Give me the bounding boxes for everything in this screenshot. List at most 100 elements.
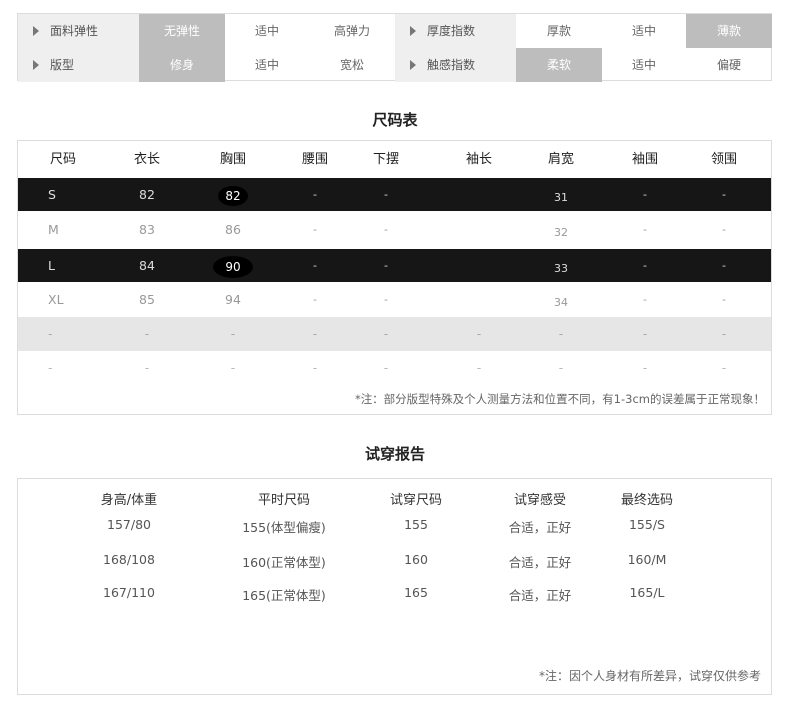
fitting-report-note: *注：因个人身材有所差异，试穿仅供参考 bbox=[538, 669, 761, 683]
attribute-option: 偏硬 bbox=[716, 58, 741, 72]
size-chart-cell: - bbox=[643, 188, 647, 201]
size-chart-cell: - bbox=[476, 326, 482, 341]
size-chart-cell: 82 bbox=[139, 187, 155, 202]
size-chart-cell: 33 bbox=[554, 262, 568, 275]
attribute-option: 适中 bbox=[254, 58, 279, 72]
size-chart-cell: - bbox=[643, 259, 647, 272]
size-chart-cell: - bbox=[383, 360, 389, 375]
attribute-label: 版型 bbox=[18, 48, 139, 82]
attribute-option: 厚款 bbox=[546, 24, 571, 38]
size-chart-cell: - bbox=[230, 360, 236, 375]
fitting-report-header-cell: 身高/体重 bbox=[100, 493, 158, 508]
highlight-oval: 90 bbox=[213, 255, 253, 278]
size-chart-row: L 84 90- -33- - bbox=[18, 249, 771, 282]
size-chart-row: --------- bbox=[18, 351, 771, 385]
fitting-report-cell: 160/M bbox=[627, 552, 667, 567]
size-chart-cell: 34 bbox=[554, 296, 568, 309]
size-chart-cell: - bbox=[643, 293, 647, 306]
size-chart-header-cell: 肩宽 bbox=[547, 152, 574, 167]
size-chart-cell: 84 bbox=[139, 258, 155, 273]
fitting-report-cell: 165/L bbox=[629, 585, 665, 600]
fitting-report-table: 身高/体重 平时尺码 试穿尺码 试穿感受 最终选码 157/80 155(体型偏瘦) 155 合… bbox=[17, 478, 772, 695]
size-chart-header-cell: 领围 bbox=[710, 152, 737, 167]
attribute-option: 适中 bbox=[631, 24, 656, 38]
size-chart-cell: - bbox=[384, 223, 388, 236]
attribute-option: 高弹力 bbox=[333, 24, 370, 38]
size-chart-cell: - bbox=[144, 360, 150, 375]
fitting-report-header-cell: 平时尺码 bbox=[257, 493, 310, 508]
size-chart-cell: - bbox=[721, 326, 727, 341]
size-chart-header-cell: 胸围 bbox=[219, 152, 246, 167]
size-chart-cell: 90 bbox=[188, 249, 278, 282]
size-chart-note: *注：部分版型特殊及个人测量方法和位置不同，有1-3cm的误差属于正常现象！ bbox=[354, 392, 765, 406]
size-chart-cell: 86 bbox=[225, 222, 241, 237]
attribute-option-selected: 修身 bbox=[139, 48, 225, 82]
size-chart-cell: - bbox=[722, 293, 726, 306]
size-chart-cell: - bbox=[384, 293, 388, 306]
size-chart-table: 尺码 衣长 胸围 腰围 下摆 袖长 肩宽 袖围 领围 S 82 82- -31- - M 83 86- -32- -… bbox=[17, 140, 772, 415]
fitting-report-cell: 155 bbox=[404, 517, 428, 532]
size-chart-cell: - bbox=[384, 259, 388, 272]
attribute-label: 面料弹性 bbox=[18, 14, 139, 48]
size-chart-cell: - bbox=[558, 360, 564, 375]
triangle-right-icon bbox=[33, 60, 39, 70]
size-chart-cell: 83 bbox=[139, 222, 155, 237]
fitting-report-header-cell: 试穿尺码 bbox=[389, 493, 442, 508]
size-chart-header-cell: 下摆 bbox=[372, 152, 399, 167]
fitting-report-cell: 160(正常体型) bbox=[242, 555, 326, 570]
highlight-oval: 82 bbox=[218, 185, 248, 206]
size-chart-cell: - bbox=[476, 360, 482, 375]
fitting-report-cell: 165 bbox=[404, 585, 428, 600]
size-chart-header-cell: 尺码 bbox=[49, 152, 76, 167]
attribute-label-text: 版型 bbox=[50, 58, 75, 72]
size-chart-cell: - bbox=[643, 223, 647, 236]
size-chart-cell: - bbox=[642, 326, 648, 341]
size-chart-cell: - bbox=[722, 188, 726, 201]
size-chart-cell: 85 bbox=[139, 292, 155, 307]
attribute-label: 触感指数 bbox=[395, 48, 516, 82]
size-chart-cell: - bbox=[230, 326, 236, 341]
attribute-table: 面料弹性 无弹性 适中 高弹力 厚度指数 厚款 适中 薄款 版型 修身 适中 宽松 触感指数 柔软 适中 偏硬 bbox=[17, 13, 772, 82]
size-chart-header-cell: 袖围 bbox=[631, 152, 658, 167]
triangle-right-icon bbox=[410, 60, 416, 70]
size-chart-row: M 83 86- -32- - bbox=[18, 213, 771, 247]
attribute-option: 宽松 bbox=[339, 58, 364, 72]
size-chart-cell: - bbox=[642, 360, 648, 375]
attribute-option: 适中 bbox=[631, 58, 656, 72]
fitting-report-cell: 155(体型偏瘦) bbox=[242, 520, 326, 535]
size-chart-cell: - bbox=[721, 360, 727, 375]
size-chart-header-cell: 袖长 bbox=[465, 152, 492, 167]
fitting-report-cell: 160 bbox=[404, 552, 428, 567]
fitting-report-cell: 155/S bbox=[628, 517, 665, 532]
fitting-report-cell: 168/108 bbox=[103, 552, 155, 567]
attribute-label-text: 触感指数 bbox=[427, 58, 476, 72]
size-chart-cell: 82 bbox=[188, 178, 278, 211]
triangle-right-icon bbox=[33, 26, 39, 36]
size-chart-cell: - bbox=[383, 326, 389, 341]
attribute-option: 适中 bbox=[254, 24, 279, 38]
fitting-report-title: 试穿报告 bbox=[364, 445, 425, 463]
triangle-right-icon bbox=[410, 26, 416, 36]
size-chart-cell: - bbox=[558, 326, 564, 341]
fitting-report-cell: 165(正常体型) bbox=[242, 588, 326, 603]
attribute-option-selected: 柔软 bbox=[516, 48, 602, 82]
size-chart-cell: - bbox=[384, 188, 388, 201]
fitting-report-cell: 167/110 bbox=[103, 585, 155, 600]
size-chart-cell: - bbox=[144, 326, 150, 341]
attribute-row: 面料弹性 无弹性 适中 高弹力 厚度指数 厚款 适中 薄款 bbox=[18, 14, 772, 48]
size-chart-header-cell: 衣长 bbox=[133, 152, 160, 167]
attribute-label: 厚度指数 bbox=[395, 14, 516, 48]
fitting-report-header-cell: 最终选码 bbox=[620, 493, 673, 508]
size-chart-cell: 94 bbox=[225, 292, 241, 307]
size-chart-title: 尺码表 bbox=[372, 111, 418, 129]
size-chart-cell: 31 bbox=[554, 191, 568, 204]
size-chart-header: 尺码 衣长 胸围 腰围 下摆 袖长 肩宽 袖围 领围 bbox=[18, 141, 771, 178]
attribute-row: 版型 修身 适中 宽松 触感指数 柔软 适中 偏硬 bbox=[18, 48, 771, 82]
attribute-label-text: 面料弹性 bbox=[50, 24, 99, 38]
size-chart-cell: - bbox=[722, 259, 726, 272]
attribute-option-selected: 无弹性 bbox=[139, 14, 225, 48]
size-chart-row: XL 85 94- -34- - bbox=[18, 283, 771, 317]
attribute-option-selected: 薄款 bbox=[686, 14, 772, 48]
size-chart-row: S 82 82- -31- - bbox=[18, 178, 771, 211]
size-chart-cell: - bbox=[722, 223, 726, 236]
